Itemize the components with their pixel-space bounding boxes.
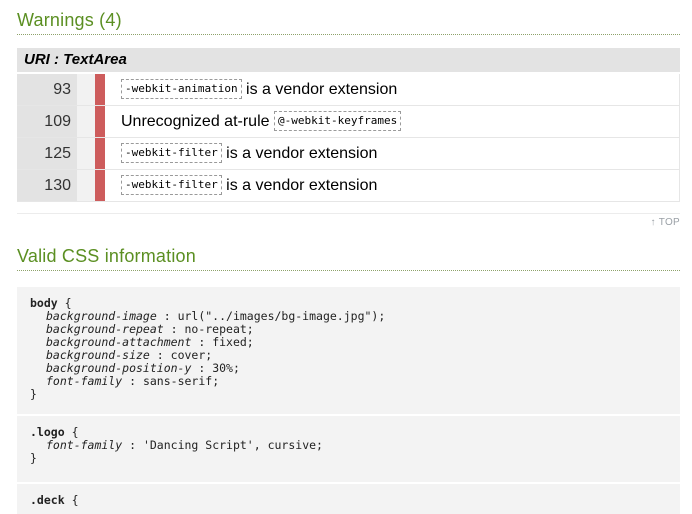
row-gap [77, 138, 95, 169]
code-snippet: -webkit-filter [121, 142, 222, 163]
message-text: Unrecognized at-rule [121, 113, 270, 130]
warning-row: 109 Unrecognized at-rule @-webkit-keyfra… [17, 106, 680, 138]
warnings-table: 93 -webkit-animation is a vendor extensi… [17, 74, 680, 202]
warning-marker [95, 74, 105, 105]
css-rule-logo: .logo { font-family : 'Dancing Script', … [17, 416, 680, 482]
css-declaration: font-family : 'Dancing Script', cursive; [30, 439, 680, 452]
warning-message: -webkit-filter is a vendor extension [105, 170, 680, 201]
section-divider [17, 213, 680, 214]
decl-sep: : [156, 309, 178, 323]
warning-message: Unrecognized at-rule @-webkit-keyframes [105, 106, 680, 137]
message-text: is a vendor extension [246, 81, 398, 98]
row-gap [77, 106, 95, 137]
warning-message: -webkit-animation is a vendor extension [105, 74, 680, 105]
css-property: background-image [46, 309, 157, 323]
css-value: url("../images/bg-image.jpg"); [177, 309, 386, 323]
code-snippet: @-webkit-keyframes [273, 110, 402, 131]
css-property: background-attachment [46, 335, 192, 349]
css-value: sans-serif; [142, 374, 220, 388]
code-snippet: -webkit-animation [121, 78, 242, 99]
close-brace: } [30, 451, 37, 465]
css-value: 'Dancing Script', cursive; [142, 438, 323, 452]
decl-sep: : [163, 322, 185, 336]
css-property: font-family [46, 438, 123, 452]
message-text: is a vendor extension [226, 145, 378, 162]
open-brace: { [64, 296, 72, 310]
line-number: 109 [17, 106, 77, 137]
decl-sep: : [122, 374, 143, 388]
row-gap [77, 170, 95, 201]
css-value: cover; [170, 348, 213, 362]
line-number: 93 [17, 74, 77, 105]
warning-marker [95, 138, 105, 169]
open-brace: { [71, 425, 79, 439]
css-value: no-repeat; [184, 322, 254, 336]
uri-label: URI : TextArea [17, 48, 680, 72]
decl-sep: : [191, 361, 213, 375]
decl-sep: : [191, 335, 213, 349]
back-to-top-link[interactable]: ↑ TOP [651, 217, 680, 228]
valid-css-title: Valid CSS information [17, 246, 680, 271]
warnings-title: Warnings (4) [17, 10, 680, 35]
line-number: 130 [17, 170, 77, 201]
css-selector: body [30, 296, 58, 310]
decl-sep: : [149, 348, 171, 362]
css-property: background-position-y [46, 361, 192, 375]
warning-message: -webkit-filter is a vendor extension [105, 138, 680, 169]
css-value: 30%; [212, 361, 240, 375]
decl-sep: : [122, 438, 143, 452]
warning-row: 93 -webkit-animation is a vendor extensi… [17, 74, 680, 106]
css-property: font-family [46, 374, 123, 388]
line-number: 125 [17, 138, 77, 169]
css-property: background-repeat [46, 322, 164, 336]
warning-row: 130 -webkit-filter is a vendor extension [17, 170, 680, 202]
css-rule-body: body { background-image : url("../images… [17, 287, 680, 414]
css-selector: .logo [30, 425, 65, 439]
css-declaration: font-family : sans-serif; [30, 375, 680, 388]
row-gap [77, 74, 95, 105]
css-selector: .deck [30, 493, 65, 507]
css-property: background-size [46, 348, 150, 362]
warning-marker [95, 170, 105, 201]
css-rule-next: .deck { [17, 484, 680, 514]
close-brace: } [30, 387, 37, 401]
message-text: is a vendor extension [226, 177, 378, 194]
code-snippet: -webkit-filter [121, 174, 222, 195]
css-value: fixed; [212, 335, 254, 349]
open-brace: { [71, 493, 79, 507]
warning-row: 125 -webkit-filter is a vendor extension [17, 138, 680, 170]
warning-marker [95, 106, 105, 137]
